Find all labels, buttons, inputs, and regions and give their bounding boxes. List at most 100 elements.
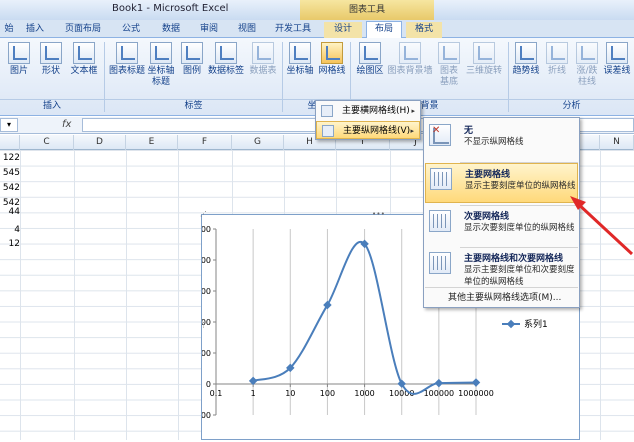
column-header[interactable]: G (232, 135, 284, 150)
option-minor-gridlines[interactable]: 次要网格线 显示次要刻度单位的纵网格线 (425, 206, 578, 246)
x-tick-label: 1000 (354, 389, 374, 398)
y-tick-label: 1000 (202, 349, 211, 358)
updown-bars-button[interactable]: 涨/跌柱线 (572, 42, 602, 94)
submenu-arrow-icon: ▸ (410, 127, 414, 135)
column-header[interactable]: N (600, 135, 634, 150)
3d-rotation-icon (473, 42, 495, 64)
resize-handle-top[interactable]: • • • (372, 210, 385, 218)
legend-marker (506, 319, 516, 329)
group-label-insert: 插入 (0, 99, 104, 113)
error-bars-button[interactable]: 误差线 (602, 42, 632, 94)
column-header-b[interactable] (0, 135, 20, 150)
name-box-dropdown[interactable]: ▾ (0, 118, 18, 132)
column-header[interactable]: D (74, 135, 126, 150)
tab-data[interactable]: 数据 (156, 22, 186, 38)
chart-floor-icon (438, 42, 460, 64)
axis-titles-button[interactable]: 坐标轴标题 (146, 42, 176, 94)
option-major-gridlines[interactable]: 主要网格线 显示主要刻度单位的纵网格线 (425, 163, 578, 203)
chart-tools-label: 图表工具 (300, 0, 434, 20)
tab-format[interactable]: 格式 (406, 22, 442, 38)
shapes-icon (40, 42, 62, 64)
data-table-button[interactable]: 数据表 (248, 42, 278, 94)
plot-area-button[interactable]: 绘图区 (354, 42, 386, 94)
y-tick-label: -1000 (202, 411, 211, 420)
picture-button[interactable]: 图片 (6, 42, 32, 94)
y-tick-label: 4000 (202, 256, 211, 265)
grid-line (126, 150, 127, 440)
minor-gridlines-icon (429, 210, 451, 232)
tab-review[interactable]: 审阅 (194, 22, 224, 38)
3d-rotation-button[interactable]: 三维旋转 (464, 42, 504, 94)
legend-button[interactable]: 图例 (180, 42, 204, 94)
textbox-icon (73, 42, 95, 64)
trendline-button[interactable]: 趋势线 (510, 42, 542, 94)
gridlines-icon (321, 42, 343, 64)
plot-area-icon (359, 42, 381, 64)
tab-insert[interactable]: 插入 (20, 22, 50, 38)
ribbon-tabs: 始 插入 页面布局 公式 数据 审阅 视图 开发工具 设计 布局 格式 (0, 20, 634, 39)
tab-page-layout[interactable]: 页面布局 (58, 22, 108, 38)
chart-title-button[interactable]: 图表标题 (108, 42, 146, 94)
data-labels-icon (215, 42, 237, 64)
tab-view[interactable]: 视图 (232, 22, 262, 38)
vertical-gridlines-icon (322, 125, 334, 137)
textbox-button[interactable]: 文本框 (68, 42, 100, 94)
gridlines-menu: 主要横网格线(H) ▸ 主要纵网格线(V) ▸ (315, 100, 421, 140)
legend-label: 系列1 (524, 318, 548, 330)
cell-value[interactable]: 542 (0, 183, 20, 193)
gridlines-button[interactable]: 网格线 (316, 42, 348, 94)
column-header[interactable]: E (126, 135, 178, 150)
tab-layout[interactable]: 布局 (366, 21, 402, 39)
tab-design[interactable]: 设计 (324, 22, 362, 38)
grid-line (178, 150, 179, 440)
resize-handle-left[interactable]: ⋮ (200, 321, 207, 329)
tab-developer[interactable]: 开发工具 (268, 22, 318, 38)
cell-value[interactable]: 122 (0, 153, 20, 163)
menu-item-vertical-gridlines[interactable]: 主要纵网格线(V) ▸ (316, 121, 420, 139)
insert-function-icon[interactable]: fx (62, 119, 71, 130)
horizontal-gridlines-icon (321, 105, 333, 117)
option-none[interactable]: ✕ 无 不显示纵网格线 (425, 120, 578, 160)
error-bars-icon (606, 42, 628, 64)
menu-divider (425, 287, 578, 288)
option-major-and-minor-gridlines[interactable]: 主要网格线和次要网格线 显示主要刻度单位和次要刻度单位的纵网格线 (425, 248, 578, 288)
y-tick-label: 0 (206, 380, 211, 389)
legend-icon (181, 42, 203, 64)
tab-formulas[interactable]: 公式 (116, 22, 146, 38)
cell-value[interactable]: 545 (0, 168, 20, 178)
data-labels-button[interactable]: 数据标签 (206, 42, 246, 94)
lines-button[interactable]: 折线 (544, 42, 570, 94)
major-minor-gridlines-icon (429, 252, 451, 274)
data-point (434, 378, 444, 388)
data-point (471, 378, 481, 387)
x-tick-label: 1000000 (458, 389, 494, 398)
chart-wall-button[interactable]: 图表背景墙 (386, 42, 434, 94)
annotation-arrow (570, 196, 634, 256)
chart-floor-button[interactable]: 图表基底 (436, 42, 462, 94)
no-gridlines-icon: ✕ (429, 124, 451, 146)
x-tick-label: 0.1 (210, 389, 223, 398)
data-table-icon (252, 42, 274, 64)
lines-icon (546, 42, 568, 64)
cell-value[interactable]: 44 (0, 207, 20, 217)
column-header[interactable]: C (20, 135, 74, 150)
x-tick-label: 100 (320, 389, 335, 398)
axes-button[interactable]: 坐标轴 (286, 42, 314, 94)
x-tick-label: 1 (251, 389, 256, 398)
more-options-link[interactable]: 其他主要纵网格线选项(M)... (448, 290, 561, 303)
resize-handle-corner[interactable]: ⋰ (200, 210, 207, 218)
grid-line (74, 150, 75, 440)
group-label-analysis: 分析 (509, 99, 634, 113)
data-point (397, 379, 406, 388)
menu-item-horizontal-gridlines[interactable]: 主要横网格线(H) ▸ (316, 102, 420, 120)
data-point (323, 300, 332, 310)
cell-value[interactable]: 12 (0, 239, 20, 249)
cell-value[interactable]: 4 (0, 225, 20, 235)
axes-icon (289, 42, 311, 64)
y-tick-label: 3000 (202, 287, 211, 296)
tab-home[interactable]: 始 (0, 22, 18, 38)
vertical-gridlines-submenu: ✕ 无 不显示纵网格线 主要网格线 显示主要刻度单位的纵网格线 次要网格线 显示… (423, 117, 580, 308)
column-header[interactable]: F (178, 135, 232, 150)
y-tick-label: 5000 (202, 225, 211, 234)
shapes-button[interactable]: 形状 (36, 42, 66, 94)
